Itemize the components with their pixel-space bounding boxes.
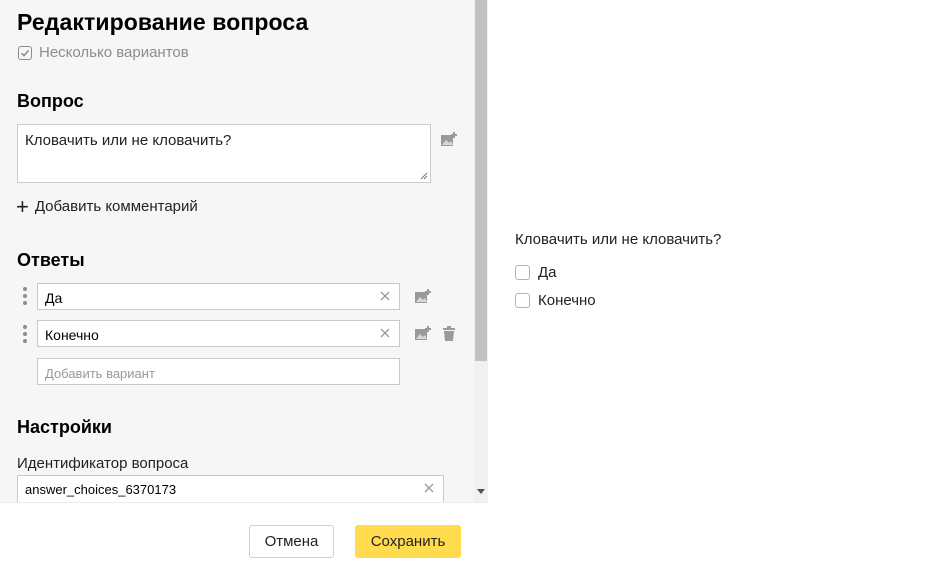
- preview-option[interactable]: Да: [515, 258, 721, 286]
- question-text: Кловачить или не кловачить?: [25, 132, 232, 149]
- preview-option-label: Да: [538, 263, 557, 281]
- answer-input[interactable]: Да: [37, 283, 400, 310]
- clear-icon[interactable]: [422, 481, 436, 495]
- save-button[interactable]: Сохранить: [355, 525, 461, 558]
- scrollbar-thumb[interactable]: [475, 0, 487, 361]
- editor-footer: Отмена Сохранить: [0, 502, 488, 566]
- answer-text: Да: [45, 290, 63, 306]
- preview-option-label: Конечно: [538, 291, 596, 309]
- clear-icon[interactable]: [378, 289, 392, 303]
- answer-text: Конечно: [45, 327, 99, 343]
- question-id-input[interactable]: answer_choices_6370173: [17, 475, 444, 502]
- answer-input[interactable]: Конечно: [37, 320, 400, 347]
- check-icon: [18, 45, 32, 60]
- drag-handle-icon[interactable]: [22, 325, 28, 343]
- cancel-button[interactable]: Отмена: [249, 525, 334, 558]
- question-textarea[interactable]: Кловачить или не кловачить?: [17, 124, 431, 183]
- multiple-choice-label: Несколько вариантов: [39, 44, 189, 61]
- multiple-choice-toggle[interactable]: Несколько вариантов: [18, 44, 189, 61]
- question-editor-panel: Редактирование вопроса Несколько вариант…: [0, 0, 488, 566]
- drag-handle-icon[interactable]: [22, 287, 28, 305]
- trash-icon[interactable]: [442, 326, 456, 342]
- add-comment-label: Добавить комментарий: [34, 198, 198, 215]
- question-section-title: Вопрос: [17, 91, 84, 111]
- question-id-label: Идентификатор вопроса: [17, 455, 189, 472]
- question-id-value: answer_choices_6370173: [25, 482, 177, 497]
- plus-icon: +: [16, 193, 29, 219]
- preview-checkbox[interactable]: [515, 292, 530, 308]
- editor-scrollbar[interactable]: [474, 0, 488, 502]
- question-preview: Кловачить или не кловачить? Да Конечно: [515, 231, 721, 314]
- preview-checkbox[interactable]: [515, 264, 530, 280]
- editor-title: Редактирование вопроса: [17, 9, 309, 35]
- clear-icon[interactable]: [378, 326, 392, 340]
- editor-scroll-area: Редактирование вопроса Несколько вариант…: [0, 0, 474, 502]
- add-variant-input[interactable]: Добавить вариант: [37, 358, 400, 385]
- resize-grip-icon[interactable]: [420, 172, 428, 180]
- answers-section-title: Ответы: [17, 250, 85, 270]
- image-add-icon[interactable]: [440, 131, 458, 147]
- image-add-icon[interactable]: [414, 325, 432, 341]
- preview-question: Кловачить или не кловачить?: [515, 231, 722, 248]
- settings-section-title: Настройки: [17, 417, 112, 437]
- add-comment-button[interactable]: + Добавить комментарий: [16, 193, 198, 219]
- preview-option[interactable]: Конечно: [515, 286, 721, 314]
- image-add-icon[interactable]: [414, 288, 432, 304]
- scroll-down-arrow-icon[interactable]: [477, 489, 485, 494]
- add-variant-placeholder: Добавить вариант: [45, 366, 155, 381]
